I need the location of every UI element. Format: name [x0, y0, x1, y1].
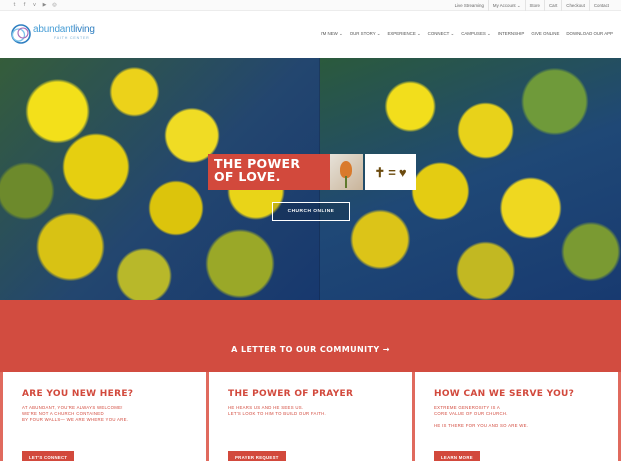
- cart-link[interactable]: Cart: [544, 0, 561, 11]
- card-text-line: CORE VALUE OF OUR CHURCH.: [434, 411, 508, 416]
- facebook-icon[interactable]: f: [21, 2, 28, 9]
- prayer-request-button[interactable]: PRAYER REQUEST: [228, 451, 286, 461]
- nav-item-experience[interactable]: EXPERIENCE ⌄: [387, 31, 420, 37]
- tulip-image: [330, 154, 363, 190]
- site-header: abundantliving FAITH CENTER I'M NEW ⌄ OU…: [0, 12, 621, 58]
- live-streaming-link[interactable]: Live Streaming: [451, 0, 488, 11]
- learn-more-button[interactable]: LEARN MORE: [434, 451, 480, 461]
- instagram-icon[interactable]: ◎: [51, 2, 58, 9]
- social-icons: t f v ▶ ◎: [11, 2, 58, 9]
- logo-word-abundant: abundant: [33, 24, 74, 35]
- card-text-line: EXTREME GENEROSITY IS A: [434, 405, 501, 410]
- card-text: AT ABUNDANT, YOU'RE ALWAYS WELCOME! WE'R…: [22, 405, 206, 423]
- lets-connect-button[interactable]: LET'S CONNECT: [22, 451, 75, 461]
- card-title: HOW CAN WE SERVE YOU?: [434, 389, 575, 399]
- card-prayer: THE POWER OF PRAYER HE HEARS US AND HE S…: [209, 372, 412, 461]
- card-text-line: BY FOUR WALLS— WE ARE WHERE YOU ARE.: [22, 417, 129, 422]
- logo-word-living: living: [73, 24, 95, 35]
- card-text-line: LET'S LOOK TO HIM TO BUILD OUR FAITH.: [228, 411, 327, 416]
- nav-item-download-app[interactable]: DOWNLOAD OUR APP: [566, 31, 613, 37]
- card-serve: HOW CAN WE SERVE YOU? EXTREME GENEROSITY…: [415, 372, 618, 461]
- card-title: THE POWER OF PRAYER: [228, 389, 354, 399]
- top-utility-bar: t f v ▶ ◎ Live Streaming My Account ⌄ St…: [0, 0, 621, 11]
- card-text-line: WE'RE NOT A CHURCH CONTAINED: [22, 411, 104, 416]
- hero-section: THE POWER OF LOVE. ✝ = ♥ CHURCH ONLINE: [0, 58, 621, 300]
- cards-section: ARE YOU NEW HERE? AT ABUNDANT, YOU'RE AL…: [0, 372, 621, 461]
- cross-icon: ✝: [374, 164, 386, 180]
- card-text-line: AT ABUNDANT, YOU'RE ALWAYS WELCOME!: [22, 405, 123, 410]
- logo-wordmark: abundantliving: [33, 24, 95, 35]
- twitter-icon[interactable]: t: [11, 2, 18, 9]
- church-online-button[interactable]: CHURCH ONLINE: [272, 202, 350, 221]
- page: t f v ▶ ◎ Live Streaming My Account ⌄ St…: [0, 0, 621, 461]
- tulip-stem: [345, 176, 347, 188]
- nav-item-campuses[interactable]: CAMPUSES ⌄: [461, 31, 491, 37]
- cross-equals-heart: ✝ = ♥: [365, 154, 416, 190]
- card-text-line: HE IS THERE FOR YOU AND SO ARE WE.: [434, 423, 529, 428]
- card-text: HE HEARS US AND HE SEES US. LET'S LOOK T…: [228, 405, 412, 417]
- nav-item-our-story[interactable]: OUR STORY ⌄: [350, 31, 381, 37]
- banner-headline: THE POWER OF LOVE.: [208, 154, 330, 190]
- checkout-link[interactable]: Checkout: [561, 0, 589, 11]
- my-account-link[interactable]: My Account ⌄: [487, 0, 525, 11]
- nav-item-connect[interactable]: CONNECT ⌄: [428, 31, 455, 37]
- main-nav: I'M NEW ⌄ OUR STORY ⌄ EXPERIENCE ⌄ CONNE…: [321, 31, 613, 37]
- site-logo[interactable]: abundantliving FAITH CENTER: [10, 23, 100, 49]
- nav-item-im-new[interactable]: I'M NEW ⌄: [321, 31, 343, 37]
- logo-circles-icon: [11, 24, 31, 44]
- community-band: A LETTER TO OUR COMMUNITY →: [0, 300, 621, 372]
- card-text: EXTREME GENEROSITY IS A CORE VALUE OF OU…: [434, 405, 618, 429]
- contact-link[interactable]: Contact: [588, 0, 613, 11]
- banner-line-2: OF LOVE.: [214, 168, 281, 184]
- youtube-icon[interactable]: ▶: [41, 2, 48, 9]
- community-letter-link[interactable]: A LETTER TO OUR COMMUNITY →: [0, 345, 621, 354]
- card-new-here: ARE YOU NEW HERE? AT ABUNDANT, YOU'RE AL…: [3, 372, 206, 461]
- utility-links: Live Streaming My Account ⌄ Store Cart C…: [451, 0, 613, 11]
- vimeo-icon[interactable]: v: [31, 2, 38, 9]
- nav-item-give-online[interactable]: GIVE ONLINE: [531, 31, 559, 37]
- card-title: ARE YOU NEW HERE?: [22, 389, 134, 399]
- store-link[interactable]: Store: [524, 0, 545, 11]
- logo-subtitle: FAITH CENTER: [54, 36, 90, 40]
- card-text-line: HE HEARS US AND HE SEES US.: [228, 405, 304, 410]
- heart-icon: ♥: [398, 164, 407, 180]
- equals-sign: =: [388, 164, 396, 180]
- nav-item-internship[interactable]: INTERNSHIP: [498, 31, 525, 37]
- hero-banner: THE POWER OF LOVE. ✝ = ♥: [208, 154, 416, 190]
